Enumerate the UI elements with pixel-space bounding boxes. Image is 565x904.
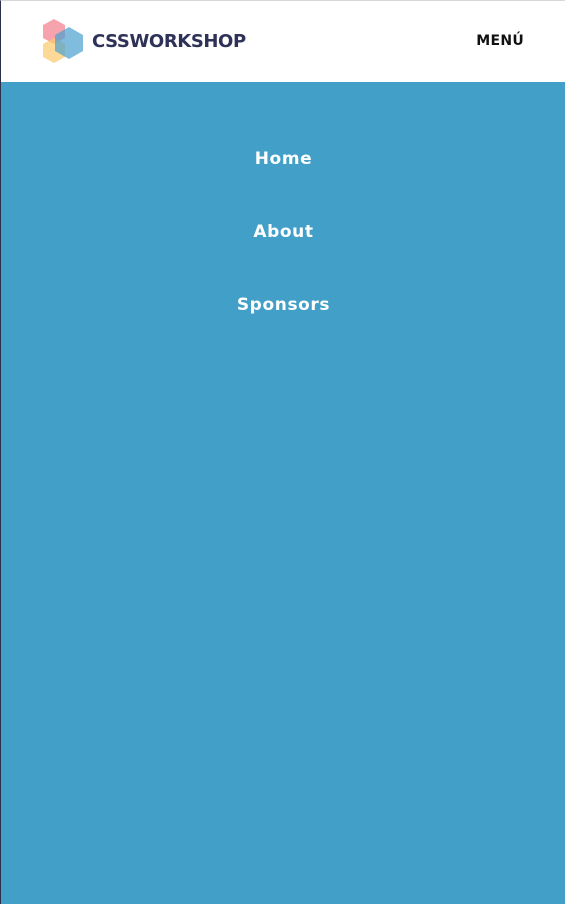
logo-link[interactable]: CSSWORKSHOP xyxy=(42,18,246,65)
menu-toggle-button[interactable]: MENÚ xyxy=(476,33,524,49)
nav-item-home: Home xyxy=(1,149,565,169)
app-frame: CSSWORKSHOP MENÚ Home About Sponsors xyxy=(0,0,565,904)
logo-text: CSSWORKSHOP xyxy=(92,31,246,52)
site-header: CSSWORKSHOP MENÚ xyxy=(1,1,565,82)
nav-link-home[interactable]: Home xyxy=(255,149,313,169)
nav-link-sponsors[interactable]: Sponsors xyxy=(237,295,330,315)
nav-link-about[interactable]: About xyxy=(253,222,313,242)
nav-item-sponsors: Sponsors xyxy=(1,295,565,315)
hexagon-cube-icon xyxy=(43,19,83,63)
nav-item-about: About xyxy=(1,222,565,242)
nav-panel: Home About Sponsors xyxy=(1,82,565,904)
